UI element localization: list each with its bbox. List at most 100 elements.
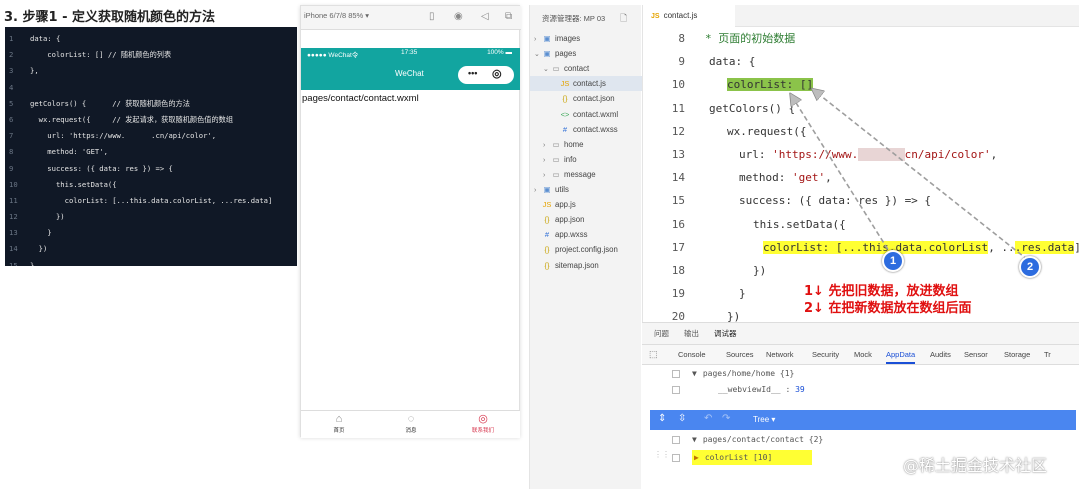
explorer-item[interactable]: › ▣ images bbox=[530, 31, 642, 46]
tree-webview-row[interactable]: __webviewId__ : 39 bbox=[672, 385, 805, 394]
window-icon[interactable]: ⧉ bbox=[505, 11, 512, 23]
explorer-item[interactable]: › ▭ info bbox=[530, 152, 642, 167]
explorer-item[interactable]: JS contact.js bbox=[530, 76, 642, 92]
row-checkbox[interactable] bbox=[672, 453, 680, 462]
code-line: 14 }) bbox=[5, 241, 297, 257]
code-line: 1 data: { bbox=[5, 31, 297, 47]
explorer-item[interactable]: › ▣ utils bbox=[530, 182, 642, 197]
tab-problems[interactable]: 问题 bbox=[654, 328, 669, 339]
tab-output[interactable]: 输出 bbox=[684, 328, 699, 339]
more-icon[interactable]: ••• bbox=[468, 68, 477, 78]
code-text: ] bbox=[1074, 241, 1079, 254]
close-circle-icon[interactable]: ◎ bbox=[492, 67, 502, 80]
contact-icon: ◎ bbox=[478, 413, 488, 425]
redo-icon[interactable]: ↷ bbox=[722, 413, 730, 424]
expand-down-icon[interactable]: ▼ bbox=[692, 369, 697, 378]
undo-icon[interactable]: ↶ bbox=[704, 413, 712, 424]
editor-line[interactable]: 10 colorList: [] bbox=[643, 73, 1079, 96]
view-mode-dropdown[interactable]: Tree ▾ bbox=[753, 415, 775, 424]
explorer-item-label: home bbox=[564, 139, 584, 149]
expand-right-icon[interactable]: ▶ bbox=[694, 453, 699, 462]
editor-line[interactable]: 14 method: 'get', bbox=[643, 166, 1079, 189]
devtools-tab[interactable]: Network bbox=[766, 350, 794, 359]
file-type-icon: # bbox=[562, 124, 568, 134]
code-text: , bbox=[825, 171, 832, 185]
status-time: 17:35 bbox=[401, 49, 418, 56]
explorer-item[interactable]: {} sitemap.json bbox=[530, 258, 642, 273]
code-text: , bbox=[990, 148, 998, 161]
editor-code: method: 'get', bbox=[739, 166, 832, 189]
editor-tab-contact-js[interactable]: JS contact.js bbox=[643, 5, 735, 27]
row-checkbox[interactable] bbox=[672, 435, 680, 444]
editor-line[interactable]: 17 colorList: [...this.data.colorList, ..… bbox=[643, 236, 1079, 259]
editor-line[interactable]: 18}) bbox=[643, 259, 1079, 282]
miniprogram-capsule[interactable]: ••• ◎ bbox=[458, 66, 514, 84]
tree-contact-path: pages/contact/contact {2} bbox=[702, 435, 824, 444]
file-type-icon: ▭ bbox=[552, 139, 560, 149]
explorer-item[interactable]: # contact.wxss bbox=[530, 122, 642, 137]
devtools-tab[interactable]: Tr bbox=[1044, 350, 1051, 359]
explorer-item[interactable]: › ▭ message bbox=[530, 167, 642, 182]
record-icon[interactable]: ◉ bbox=[454, 11, 463, 23]
page-heading: 3. 步骤1 - 定义获取随机颜色的方法 bbox=[4, 10, 216, 25]
devtools-tab[interactable]: Mock bbox=[854, 350, 872, 359]
explorer-item[interactable]: # app.wxss bbox=[530, 227, 642, 242]
tab-home[interactable]: ⌂ 首页 bbox=[319, 413, 359, 434]
devtools-tab[interactable]: Sources bbox=[726, 350, 754, 359]
code-text: url: 'https://www. .cn/api/color', bbox=[30, 131, 217, 141]
editor-line[interactable]: 9 data: { bbox=[643, 50, 1079, 73]
file-type-icon: JS bbox=[560, 79, 570, 89]
explorer-item[interactable]: › ▭ home bbox=[530, 137, 642, 152]
editor-line[interactable]: 16 this.setData({ bbox=[643, 213, 1079, 236]
collapse-all-icon[interactable]: ⇳ bbox=[678, 413, 686, 424]
expand-down-icon[interactable]: ▼ bbox=[692, 435, 697, 444]
inspect-icon[interactable]: ⬚ bbox=[649, 349, 658, 360]
file-type-icon: ▭ bbox=[552, 169, 560, 179]
editor-tab-bar: JS contact.js bbox=[643, 5, 1079, 27]
code-text: getColors() { bbox=[709, 101, 796, 115]
device-selector[interactable]: iPhone 6/7/8 85% ▾ bbox=[304, 11, 369, 20]
phone-icon[interactable]: ▯ bbox=[429, 11, 435, 23]
explorer-item[interactable]: ⌄ ▭ contact bbox=[530, 61, 642, 76]
tab-message[interactable]: ◌ 消息 bbox=[391, 413, 431, 434]
explorer-item[interactable]: JS app.js bbox=[530, 197, 642, 212]
tree-colorlist-row[interactable]: ▶ colorList [10] bbox=[672, 450, 812, 465]
devtools-tab[interactable]: Audits bbox=[930, 350, 951, 359]
line-number: 3 bbox=[9, 66, 14, 76]
code-text: }) bbox=[30, 244, 48, 254]
tab-debugger[interactable]: 调试器 bbox=[714, 328, 737, 339]
file-explorer: 资源管理器: MP 03 🗋 › ▣ images ⌄ ▣ pages ⌄ ▭ contact J… bbox=[529, 5, 642, 489]
devtools-tab[interactable]: Console bbox=[678, 350, 706, 359]
tree-home-row[interactable]: ▼ pages/home/home {1} bbox=[672, 369, 794, 378]
file-type-icon: ▭ bbox=[552, 154, 560, 164]
volume-icon[interactable]: ◁ bbox=[481, 11, 489, 23]
new-data-spread: .res.data bbox=[1014, 240, 1075, 254]
row-checkbox[interactable] bbox=[672, 385, 680, 394]
explorer-item[interactable]: {} contact.json bbox=[530, 91, 642, 106]
devtools-tab[interactable]: Storage bbox=[1004, 350, 1030, 359]
explorer-item-label: contact.wxml bbox=[573, 109, 619, 119]
explorer-item[interactable]: ⌄ ▣ pages bbox=[530, 46, 642, 61]
expand-all-icon[interactable]: ⇕ bbox=[658, 413, 666, 424]
editor-line[interactable]: 8 * 页面的初始数据 bbox=[643, 27, 1079, 50]
editor-line[interactable]: 11 getColors() { bbox=[643, 97, 1079, 120]
row-checkbox[interactable] bbox=[672, 369, 680, 378]
string-literal: 'get' bbox=[791, 171, 826, 185]
editor-line[interactable]: 13 url: 'https://www. cn/api/color', bbox=[643, 143, 1079, 166]
explorer-item[interactable]: {} app.json bbox=[530, 212, 642, 227]
devtools-tab[interactable]: Sensor bbox=[964, 350, 988, 359]
phone-nav-bar: WeChat ••• ◎ bbox=[301, 60, 520, 90]
drag-handle-icon[interactable]: ⋮⋮ bbox=[654, 450, 670, 459]
devtools-tab[interactable]: AppData bbox=[886, 350, 916, 364]
editor-line[interactable]: 15 success: ({ data: res }) => { bbox=[643, 189, 1079, 212]
explorer-item[interactable]: <> contact.wxml bbox=[530, 107, 642, 122]
editor-line[interactable]: 12 wx.request({ bbox=[643, 120, 1079, 143]
tree-contact-row[interactable]: ▼ pages/contact/contact {2} bbox=[672, 435, 823, 444]
editor-code: colorList: [] bbox=[727, 73, 814, 96]
devtools-tab[interactable]: Security bbox=[812, 350, 839, 359]
code-text: url: bbox=[739, 148, 773, 161]
tab-contact[interactable]: ◎ 联系我们 bbox=[463, 413, 503, 434]
chevron-right-icon: › bbox=[543, 141, 546, 149]
explorer-item[interactable]: {} project.config.json bbox=[530, 242, 642, 257]
new-file-icon[interactable]: 🗋 bbox=[620, 11, 627, 27]
